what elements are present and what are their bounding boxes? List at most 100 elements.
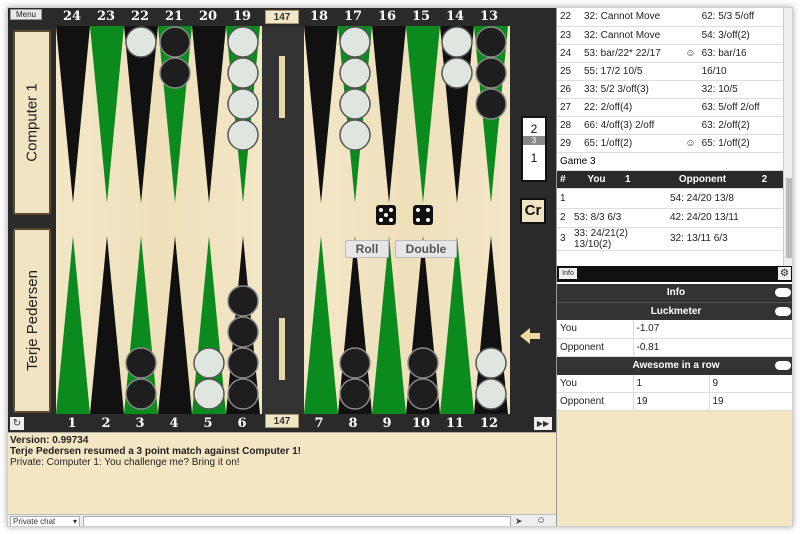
scrollbar[interactable]	[783, 8, 792, 266]
luck-icon: ☺	[682, 134, 699, 153]
move-number: 28	[557, 116, 581, 135]
send-icon[interactable]: ➤	[515, 516, 523, 526]
checker	[227, 347, 259, 379]
move-number: 24	[557, 44, 581, 63]
move-row: 26 33: 5/2 3/off(3) 32: 10/5	[557, 80, 783, 99]
chat-input[interactable]	[83, 516, 511, 526]
point-4[interactable]	[158, 236, 192, 414]
your-move: 53: 8/3 6/3	[571, 208, 667, 228]
point-23[interactable]	[90, 26, 124, 203]
checker	[125, 378, 157, 410]
move-row: 23 32: Cannot Move 54: 3/off(2)	[557, 26, 783, 45]
point-9[interactable]	[372, 236, 406, 414]
point-label: 3	[135, 416, 145, 431]
luckmeter-table: You -1.07 Opponent -0.81	[557, 320, 792, 357]
point-label: 5	[203, 416, 213, 431]
awesome-table: You 1 9 Opponent 19 19	[557, 374, 792, 411]
luck-icon	[682, 8, 699, 27]
luck-icon	[682, 98, 699, 117]
point-1[interactable]	[56, 236, 90, 414]
opponent-move: 16/10	[698, 62, 777, 81]
info-tab[interactable]: Info	[559, 268, 577, 279]
point-label: 4	[169, 416, 179, 431]
game3-header: # You 1 Opponent 2	[557, 170, 783, 189]
checker	[475, 88, 507, 120]
checker	[227, 285, 259, 317]
move-log-table: 22 32: Cannot Move 62: 5/3 5/off 23 32: Cann…	[557, 8, 783, 153]
your-move: 65: 1/off(2)	[581, 134, 683, 153]
refresh-icon[interactable]: ↻	[10, 417, 24, 430]
checker	[193, 378, 225, 410]
luck-icon	[682, 116, 699, 135]
eye-icon[interactable]	[775, 307, 791, 316]
point-2[interactable]	[90, 236, 124, 414]
point-label: 10	[411, 416, 431, 431]
opponent-move: 54: 24/20 13/8	[667, 189, 783, 209]
point-15[interactable]	[406, 26, 440, 203]
chevron-down-icon: ▾	[72, 517, 77, 526]
checker	[475, 378, 507, 410]
game-label: Game 3	[557, 153, 783, 171]
your-move: 66: 4/off(3) 2/off	[581, 116, 683, 135]
checker	[441, 26, 473, 58]
toggle-icon[interactable]	[775, 288, 791, 297]
luck-icon	[682, 80, 699, 99]
eye-icon[interactable]	[775, 360, 791, 370]
die-2	[413, 205, 433, 225]
point-16[interactable]	[372, 26, 406, 203]
opponent-move: 63: 2/off(2)	[698, 116, 777, 135]
point-7[interactable]	[304, 236, 338, 414]
doubling-cube[interactable]: 2 3 1	[521, 116, 547, 182]
point-11[interactable]	[440, 236, 474, 414]
opponent-move: 32: 10/5	[698, 80, 777, 99]
checker	[339, 119, 371, 151]
opponent-move: 54: 3/off(2)	[698, 26, 777, 45]
move-number: 1	[557, 189, 571, 209]
chat-panel: Version: 0.99734 Terje Pedersen resumed …	[8, 432, 556, 526]
gear-icon[interactable]: ⚙	[778, 267, 791, 280]
point-24[interactable]	[56, 26, 90, 203]
move-row: 27 22: 2/off(4) 63: 5/off 2/off	[557, 98, 783, 117]
move-row: 29 65: 1/off(2) ☺ 65: 1/off(2)	[557, 134, 783, 153]
move-row: 22 32: Cannot Move 62: 5/3 5/off	[557, 8, 783, 27]
your-move: 53: bar/22* 22/17	[581, 44, 683, 63]
luck-icon	[682, 26, 699, 45]
move-number: 26	[557, 80, 581, 99]
point-label: 2	[101, 416, 111, 431]
die-1	[376, 205, 396, 225]
chat-channel-select[interactable]: Private chat ▾	[10, 516, 80, 526]
emoji-icon[interactable]: ☺	[536, 515, 546, 526]
roll-button[interactable]: Roll	[345, 240, 389, 258]
bar-slot	[279, 56, 285, 118]
move-number: 22	[557, 8, 581, 27]
game3-table: # You 1 Opponent 2	[557, 170, 783, 189]
checker	[125, 26, 157, 58]
game-window: Menu 24 23 22 21 20 19 147 18 17 16 15 1…	[7, 7, 793, 527]
scrollbar-thumb[interactable]	[786, 178, 792, 258]
checker	[475, 347, 507, 379]
your-move: 22: 2/off(4)	[581, 98, 683, 117]
checker	[339, 88, 371, 120]
checker	[227, 119, 259, 151]
checker	[339, 57, 371, 89]
opponent-move: 65: 1/off(2)	[698, 134, 777, 153]
table-row: Opponent -0.81	[557, 338, 792, 357]
move-row: 28 66: 4/off(3) 2/off 63: 2/off(2)	[557, 116, 783, 135]
board-points[interactable]	[8, 8, 556, 432]
point-label: 7	[314, 416, 324, 431]
point-label: 8	[348, 416, 358, 431]
checker	[475, 26, 507, 58]
info-box: Info Luckmeter You -1.07 Opponent -0.81 …	[557, 284, 792, 526]
chat-input-bar: Private chat ▾ ➤ ☺	[8, 514, 556, 526]
chat-line: Version: 0.99734	[10, 435, 89, 446]
luck-icon: ☺	[682, 44, 699, 63]
arrow-left-icon	[520, 328, 540, 344]
luckmeter-header: Luckmeter	[557, 302, 792, 320]
move-number: 27	[557, 98, 581, 117]
point-label: 9	[382, 416, 392, 431]
double-button[interactable]: Double	[395, 240, 457, 258]
point-18[interactable]	[304, 26, 338, 203]
side-panel: 22 32: Cannot Move 62: 5/3 5/off 23 32: Cann…	[556, 8, 792, 526]
point-20[interactable]	[192, 26, 226, 203]
fast-forward-icon[interactable]: ▶▶	[534, 417, 552, 430]
